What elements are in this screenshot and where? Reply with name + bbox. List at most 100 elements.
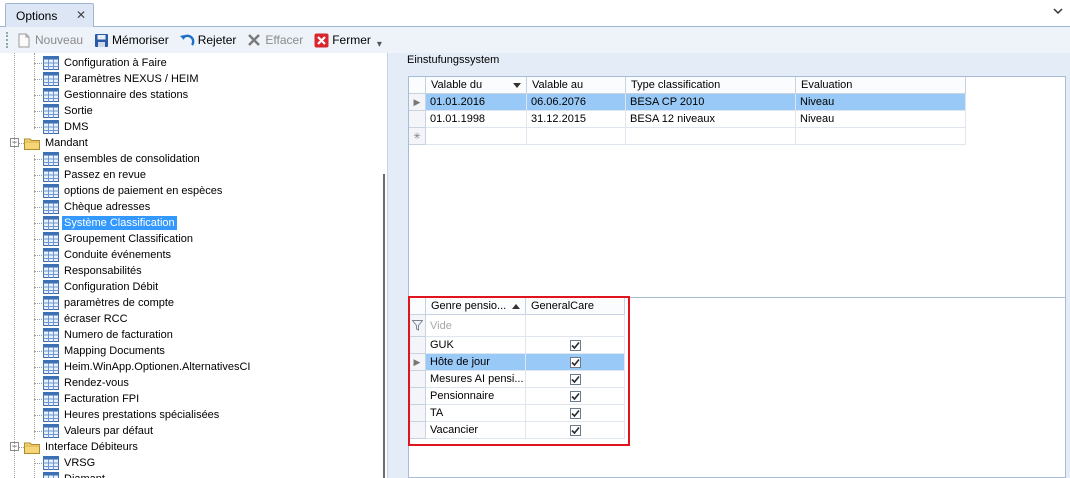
- checkbox[interactable]: [569, 356, 581, 368]
- generalcare-cell[interactable]: [526, 422, 625, 439]
- table-cell[interactable]: 06.06.2076: [527, 94, 626, 111]
- reject-button[interactable]: Rejeter: [179, 32, 236, 48]
- close-button[interactable]: Fermer: [313, 32, 371, 48]
- filter-input[interactable]: Vide: [426, 315, 526, 337]
- delete-button[interactable]: Effacer: [246, 32, 303, 48]
- tree-item[interactable]: Valeurs par défaut: [43, 423, 155, 439]
- tree-item[interactable]: Groupement Classification: [43, 231, 195, 247]
- tree-folder[interactable]: Mandant: [24, 135, 90, 151]
- table-cell[interactable]: 01.01.2016: [426, 94, 527, 111]
- panel-splitter[interactable]: [388, 53, 396, 478]
- tree-connector: [34, 207, 42, 208]
- pension-type-cell[interactable]: TA: [426, 405, 526, 422]
- pension-type-cell[interactable]: Hôte de jour: [426, 354, 526, 371]
- tree-item[interactable]: Paramètres NEXUS / HEIM: [43, 71, 200, 87]
- row-indicator[interactable]: [409, 111, 426, 128]
- tree-item[interactable]: Responsabilités: [43, 263, 144, 279]
- tree-connector: [34, 175, 42, 176]
- tree-item[interactable]: Conduite événements: [43, 247, 173, 263]
- tree-item[interactable]: Configuration à Faire: [43, 55, 169, 71]
- col-valable-du-label: Valable du: [431, 79, 483, 91]
- tree-item[interactable]: ensembles de consolidation: [43, 151, 202, 167]
- chevron-down-icon[interactable]: [1052, 6, 1064, 16]
- tab-close-icon[interactable]: ✕: [76, 8, 86, 22]
- tree-item[interactable]: Configuration Débit: [43, 279, 160, 295]
- pension-type-cell[interactable]: Mesures AI pensi...: [426, 371, 526, 388]
- row-indicator[interactable]: [409, 371, 426, 388]
- tab-options[interactable]: Options ✕: [5, 3, 94, 27]
- table-cell[interactable]: Niveau: [796, 94, 966, 111]
- tree-item[interactable]: Numero de facturation: [43, 327, 175, 343]
- tree-item[interactable]: Diamant: [43, 471, 107, 478]
- save-icon: [93, 32, 109, 48]
- checkbox[interactable]: [569, 339, 581, 351]
- checkbox[interactable]: [569, 390, 581, 402]
- tree-item[interactable]: Facturation FPI: [43, 391, 141, 407]
- generalcare-cell[interactable]: [526, 405, 625, 422]
- generalcare-cell[interactable]: [526, 371, 625, 388]
- table-cell[interactable]: 01.01.1998: [426, 111, 527, 128]
- toolbar-grip[interactable]: [6, 32, 10, 48]
- tree-scrollbar-thumb[interactable]: [383, 174, 385, 478]
- checkbox[interactable]: [569, 373, 581, 385]
- tree-item-label: Facturation FPI: [64, 393, 140, 405]
- tree-item[interactable]: Heim.WinApp.Optionen.AlternativesCI: [43, 359, 252, 375]
- col-generalcare[interactable]: GeneralCare: [526, 298, 625, 315]
- row-indicator[interactable]: [409, 337, 426, 354]
- tree-item[interactable]: Mapping Documents: [43, 343, 167, 359]
- tree-item[interactable]: Heures prestations spécialisées: [43, 407, 221, 423]
- col-evaluation[interactable]: Evaluation: [796, 77, 966, 94]
- checkbox[interactable]: [569, 407, 581, 419]
- generalcare-cell[interactable]: [526, 354, 625, 371]
- tree-item[interactable]: Chèque adresses: [43, 199, 152, 215]
- tree-item[interactable]: Rendez-vous: [43, 375, 131, 391]
- tree-item[interactable]: Gestionnaire des stations: [43, 87, 190, 103]
- tree-item[interactable]: Sortie: [43, 103, 95, 119]
- save-button[interactable]: Mémoriser: [93, 32, 169, 48]
- col-genre-pension[interactable]: Genre pensio...: [426, 298, 526, 315]
- delete-button-label: Effacer: [265, 33, 304, 47]
- new-button[interactable]: Nouveau: [16, 32, 83, 48]
- row-indicator[interactable]: [409, 388, 426, 405]
- row-indicator-current-icon[interactable]: ▶: [409, 94, 426, 111]
- filter-input-generalcare[interactable]: [526, 315, 625, 337]
- tree-folder[interactable]: Interface Débiteurs: [24, 439, 140, 455]
- pension-type-cell[interactable]: Pensionnaire: [426, 388, 526, 405]
- col-valable-du[interactable]: Valable du: [426, 77, 527, 94]
- grid-table-icon: [43, 392, 59, 406]
- tree-item-label: Paramètres NEXUS / HEIM: [64, 73, 199, 85]
- tree-item[interactable]: écraser RCC: [43, 311, 130, 327]
- pension-type-cell[interactable]: GUK: [426, 337, 526, 354]
- col-valable-au[interactable]: Valable au: [527, 77, 626, 94]
- new-row-cell[interactable]: [426, 128, 527, 145]
- tree-item[interactable]: Système Classification: [43, 215, 177, 231]
- row-indicator[interactable]: [409, 422, 426, 439]
- table-cell[interactable]: BESA CP 2010: [626, 94, 796, 111]
- new-row-star-icon[interactable]: ✳: [409, 128, 426, 145]
- pension-type-cell[interactable]: Vacancier: [426, 422, 526, 439]
- table-cell[interactable]: 31.12.2015: [527, 111, 626, 128]
- tree-connector: [34, 271, 42, 272]
- checkbox[interactable]: [569, 424, 581, 436]
- col-type-classification[interactable]: Type classification: [626, 77, 796, 94]
- row-indicator-current-icon[interactable]: ▶: [409, 354, 426, 371]
- filter-icon[interactable]: [409, 315, 426, 337]
- tab-strip: Options ✕: [0, 0, 1070, 27]
- tree-item[interactable]: VRSG: [43, 455, 97, 471]
- new-row-cell[interactable]: [626, 128, 796, 145]
- new-document-icon: [16, 32, 32, 48]
- row-indicator[interactable]: [409, 405, 426, 422]
- tree-connector: [34, 319, 42, 320]
- tree-item[interactable]: DMS: [43, 119, 90, 135]
- generalcare-cell[interactable]: [526, 337, 625, 354]
- table-cell[interactable]: BESA 12 niveaux: [626, 111, 796, 128]
- grid-table-icon: [43, 312, 59, 326]
- tree-item[interactable]: Passez en revue: [43, 167, 148, 183]
- table-cell[interactable]: Niveau: [796, 111, 966, 128]
- generalcare-cell[interactable]: [526, 388, 625, 405]
- tree-item[interactable]: options de paiement en espèces: [43, 183, 224, 199]
- new-row-cell[interactable]: [527, 128, 626, 145]
- toolbar-overflow-icon[interactable]: ▾: [377, 39, 382, 50]
- new-row-cell[interactable]: [796, 128, 966, 145]
- tree-item[interactable]: paramètres de compte: [43, 295, 176, 311]
